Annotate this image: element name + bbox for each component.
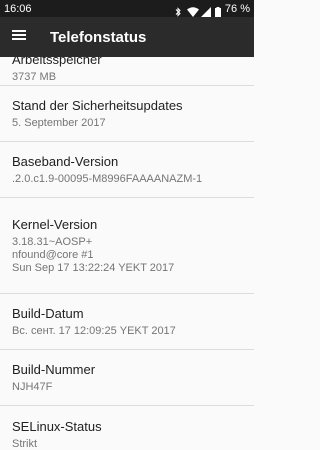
battery-percent: 76 % [224,2,250,15]
item-label: Kernel-Version [12,217,98,232]
status-list[interactable]: Arbeitsspeicher 3737 MB Stand der Sicher… [0,57,254,450]
menu-button[interactable] [0,17,38,57]
list-item-memory[interactable]: Arbeitsspeicher 3737 MB [0,57,254,86]
list-item-build-number[interactable]: Build-Nummer NJH47F [0,350,254,406]
app-bar: Telefonstatus [0,17,254,57]
item-label: Stand der Sicherheitsupdates [12,98,183,113]
list-item-build-date[interactable]: Build-Datum Вс. сент. 17 12:09:25 YEKT 2… [0,294,254,350]
list-item-security-patch[interactable]: Stand der Sicherheitsupdates 5. Septembe… [0,86,254,142]
list-item-kernel-version[interactable]: Kernel-Version 3.18.31~AOSP+ nfound@core… [0,198,254,294]
item-value: 3737 MB [12,71,57,83]
item-label: Build-Nummer [12,362,96,377]
item-value: NJH47F [12,381,53,393]
item-value: 3.18.31~AOSP+ nfound@core #1 Sun Sep 17 … [12,236,175,274]
list-item-selinux-status[interactable]: SELinux-Status Strikt [0,406,254,450]
list-item-baseband-version[interactable]: Baseband-Version .2.0.c1.9-00095-M8996FA… [0,142,254,198]
status-time: 16:06 [4,2,32,15]
item-value: 5. September 2017 [12,117,106,129]
item-value: .2.0.c1.9-00095-M8996FAAAANAZM-1 [12,173,203,185]
status-icons: 76 % [173,2,250,17]
item-label: Baseband-Version [12,154,119,169]
item-value: Strikt [12,437,38,450]
item-value: Вс. сент. 17 12:09:25 YEKT 2017 [12,325,176,337]
item-label: Arbeitsspeicher [12,57,102,67]
page-title: Telefonstatus [50,28,147,46]
status-bar: 16:06 76 % [0,0,254,17]
cell-signal-icon [200,4,211,17]
bluetooth-icon [173,4,183,17]
item-label: Build-Datum [12,306,84,321]
battery-icon [214,4,221,17]
hamburger-menu-icon [12,28,26,46]
item-label: SELinux-Status [12,418,102,434]
wifi-icon [186,4,199,17]
